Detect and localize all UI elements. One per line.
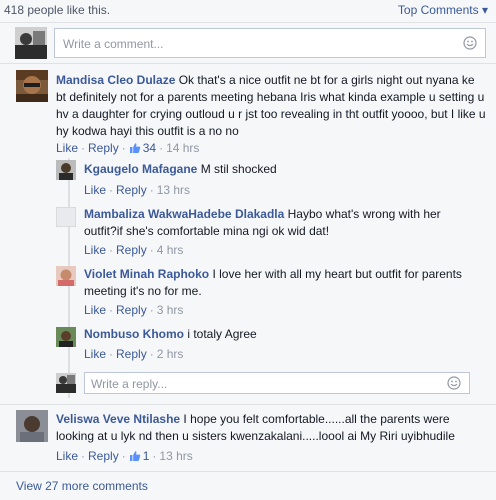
comment-timestamp[interactable]: 13 hrs	[159, 449, 192, 463]
like-link[interactable]: Like	[84, 183, 106, 197]
comment-input-placeholder: Write a comment...	[63, 37, 164, 51]
like-link[interactable]: Like	[84, 243, 106, 257]
divider	[0, 404, 496, 405]
reply-author-link[interactable]: Nombuso Khomo	[84, 327, 184, 341]
reply-avatar[interactable]	[56, 160, 76, 180]
reply-actions: Like · Reply · 13 hrs	[84, 183, 191, 197]
reply-actions: Like · Reply · 4 hrs	[84, 243, 184, 257]
divider	[0, 63, 496, 64]
top-comments-label: Top Comments	[397, 3, 479, 17]
reply-body: Kgaugelo Mafagane M stil shocked	[84, 161, 474, 178]
reply-author-link[interactable]: Mambaliza WakwaHadebe Dlakadla	[84, 207, 284, 221]
reply-author-link[interactable]: Kgaugelo Mafagane	[84, 162, 197, 176]
reply-link[interactable]: Reply	[116, 243, 147, 257]
like-link[interactable]: Like	[56, 141, 78, 155]
comment-body: Veliswa Veve Ntilashe I hope you felt co…	[56, 411, 486, 445]
like-link[interactable]: Like	[56, 449, 78, 463]
reply-actions: Like · Reply · 2 hrs	[84, 347, 184, 361]
commenter-avatar[interactable]	[16, 410, 48, 442]
reply-input[interactable]: Write a reply...	[84, 372, 470, 394]
chevron-down-icon: ▾	[481, 3, 488, 17]
comment-actions: Like · Reply · 34 · 14 hrs	[56, 141, 200, 155]
reply-link[interactable]: Reply	[116, 183, 147, 197]
reply-actions: Like · Reply · 3 hrs	[84, 303, 184, 317]
comment-body: Mandisa Cleo Dulaze Ok that's a nice out…	[56, 72, 486, 140]
reply-link[interactable]: Reply	[116, 303, 147, 317]
reply-link[interactable]: Reply	[88, 449, 119, 463]
like-link[interactable]: Like	[84, 303, 106, 317]
divider	[0, 22, 496, 23]
like-count[interactable]: 34	[129, 141, 156, 155]
view-more-comments-link[interactable]: View 27 more comments	[16, 479, 148, 493]
like-count[interactable]: 1	[129, 449, 149, 465]
reply-body: Nombuso Khomo i totaly Agree	[84, 326, 474, 343]
reply-link[interactable]: Reply	[88, 141, 119, 155]
reply-input-placeholder: Write a reply...	[91, 377, 168, 391]
emoji-icon[interactable]	[447, 376, 461, 390]
likes-bar: 418 people like this. Top Comments ▾	[0, 0, 496, 20]
reply-text: i totaly Agree	[187, 327, 257, 341]
reply-timestamp[interactable]: 3 hrs	[157, 303, 184, 317]
divider	[0, 471, 496, 472]
reply-body: Mambaliza WakwaHadebe Dlakadla Haybo wha…	[84, 206, 474, 240]
comment-input[interactable]: Write a comment...	[54, 28, 486, 58]
likes-count-link[interactable]: 418 people like this.	[4, 3, 110, 17]
comment-author-link[interactable]: Veliswa Veve Ntilashe	[56, 412, 180, 426]
comment-timestamp[interactable]: 14 hrs	[166, 141, 199, 155]
comment-actions: Like · Reply · 1 · 13 hrs	[56, 449, 193, 465]
reply-body: Violet Minah Raphoko I love her with all…	[84, 266, 474, 300]
thumbs-up-icon	[129, 142, 141, 157]
reply-timestamp[interactable]: 2 hrs	[157, 347, 184, 361]
thumbs-up-icon	[129, 450, 141, 465]
reply-avatar[interactable]	[56, 327, 76, 347]
reply-link[interactable]: Reply	[116, 347, 147, 361]
like-count-value: 34	[142, 141, 157, 155]
reply-avatar-placeholder[interactable]	[56, 207, 76, 227]
reply-timestamp[interactable]: 4 hrs	[157, 243, 184, 257]
reply-text: M stil shocked	[200, 162, 277, 176]
like-link[interactable]: Like	[84, 347, 106, 361]
commenter-avatar[interactable]	[16, 70, 48, 102]
current-user-avatar-small[interactable]	[56, 373, 76, 393]
reply-avatar[interactable]	[56, 266, 76, 286]
top-comments-dropdown[interactable]: Top Comments ▾	[398, 3, 488, 17]
emoji-icon[interactable]	[463, 36, 477, 50]
current-user-avatar[interactable]	[15, 27, 47, 59]
reply-timestamp[interactable]: 13 hrs	[157, 183, 190, 197]
reply-author-link[interactable]: Violet Minah Raphoko	[84, 267, 209, 281]
comment-author-link[interactable]: Mandisa Cleo Dulaze	[56, 73, 175, 87]
